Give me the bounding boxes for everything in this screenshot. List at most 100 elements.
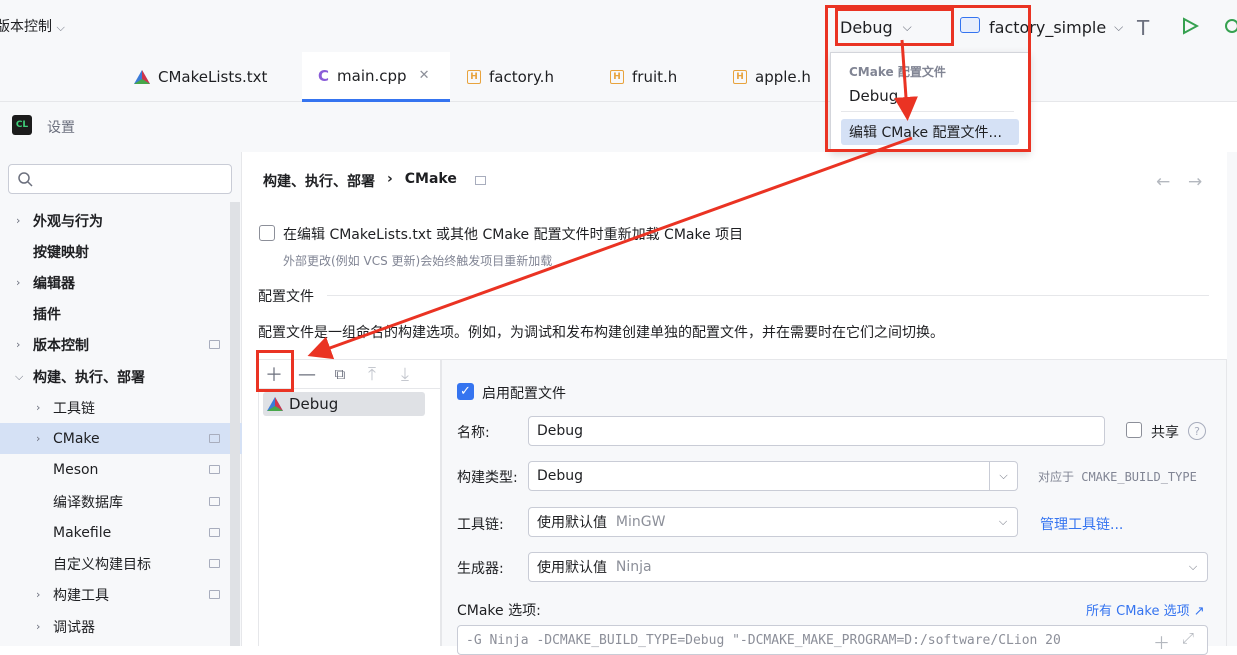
tab-main-cpp[interactable]: C main.cpp ✕ xyxy=(302,52,450,102)
sidebar-item-vcs[interactable]: › 版本控制 xyxy=(0,329,242,360)
header-file-icon: H xyxy=(467,70,481,84)
project-scope-icon xyxy=(209,590,220,599)
close-icon[interactable]: ✕ xyxy=(419,68,430,83)
breadcrumb: 构建、执行、部署 › CMake xyxy=(263,171,486,191)
profile-name-input[interactable]: Debug xyxy=(528,416,1105,446)
sidebar-item-editor[interactable]: › 编辑器 xyxy=(0,267,242,298)
project-scope-icon xyxy=(209,465,220,474)
enable-profile-checkbox[interactable]: ✓ xyxy=(457,383,474,400)
vcs-menu[interactable]: 版本控制 ⌵ xyxy=(0,16,65,36)
chevron-down-icon: ⌵ xyxy=(15,369,24,383)
header-file-icon: H xyxy=(610,70,624,84)
window-edge xyxy=(1227,152,1237,646)
debug-bug-icon[interactable] xyxy=(1222,15,1237,37)
tab-factory-h[interactable]: H factory.h xyxy=(467,52,554,102)
sidebar-item-makefile[interactable]: Makefile xyxy=(0,517,242,548)
cmake-icon xyxy=(134,70,150,84)
tab-apple-h[interactable]: H apple.h xyxy=(733,52,811,102)
sidebar-item-plugins[interactable]: 插件 xyxy=(0,298,242,329)
sidebar-item-build[interactable]: ⌵ 构建、执行、部署 xyxy=(0,361,242,392)
chevron-right-icon: › xyxy=(16,338,21,351)
copy-icon[interactable]: ⧉ xyxy=(329,363,351,385)
chevron-right-icon: › xyxy=(36,432,41,445)
cmake-options-label: CMake 选项: xyxy=(457,603,541,619)
build-hammer-icon[interactable]: T xyxy=(1137,16,1149,40)
profiles-section-title: 配置文件 xyxy=(258,289,314,305)
share-checkbox[interactable] xyxy=(1126,422,1142,438)
chevron-down-icon: ⌵ xyxy=(1188,560,1198,573)
toolchain-select[interactable]: 使用默认值 MinGW ⌵ xyxy=(528,507,1018,537)
chevron-down-icon: ⌵ xyxy=(1114,19,1124,34)
editor-tab-bar: CMakeLists.txt C main.cpp ✕ H factory.h … xyxy=(0,52,1237,102)
settings-sidebar: › 外观与行为 按键映射 › 编辑器 插件 › 版本控制 ⌵ 构建、执行、部署 › 工具链… xyxy=(0,152,242,646)
tab-label: CMakeLists.txt xyxy=(158,68,268,86)
project-scope-icon xyxy=(474,176,486,185)
sidebar-item-cmake[interactable]: › CMake xyxy=(0,423,242,454)
project-scope-icon xyxy=(209,559,220,568)
manage-toolchains-link[interactable]: 管理工具链... xyxy=(1040,514,1123,534)
main-toolbar: 版本控制 ⌵ Debug ⌵ factory_simple ⌵ T xyxy=(0,0,1237,52)
reload-hint: 外部更改(例如 VCS 更新)会始终触发项目重新加载 xyxy=(283,254,553,268)
add-icon[interactable]: ＋ xyxy=(1153,629,1170,654)
remove-icon[interactable]: — xyxy=(296,363,318,385)
sidebar-item-build-tools[interactable]: › 构建工具 xyxy=(0,579,242,610)
share-label: 共享 xyxy=(1151,425,1179,441)
section-divider xyxy=(327,295,1209,296)
project-scope-icon xyxy=(209,497,220,506)
forward-arrow-icon[interactable]: → xyxy=(1188,172,1202,192)
highlight-profile-select-box xyxy=(835,8,954,46)
move-up-icon[interactable]: ⤒ xyxy=(361,363,383,385)
build-type-combo[interactable]: Debug ⌵ xyxy=(528,461,1018,491)
sidebar-item-compdb[interactable]: 编译数据库 xyxy=(0,486,242,517)
chevron-right-icon: › xyxy=(16,276,21,289)
profiles-description: 配置文件是一组命名的构建选项。例如，为调试和发布构建创建单独的配置文件，并在需要… xyxy=(258,325,944,341)
all-cmake-options-link[interactable]: 所有 CMake 选项 ↗ xyxy=(1086,600,1205,619)
sidebar-item-custom-targets[interactable]: 自定义构建目标 xyxy=(0,548,242,579)
move-down-icon[interactable]: ⤓ xyxy=(394,363,416,385)
sidebar-item-toolchains[interactable]: › 工具链 xyxy=(0,392,242,423)
sidebar-item-debugger[interactable]: › 调试器 xyxy=(0,611,242,642)
dialog-title: 设置 xyxy=(47,120,75,136)
toolchain-label: 工具链: xyxy=(457,517,504,533)
chevron-right-icon: › xyxy=(36,588,41,601)
highlight-add-button-box xyxy=(256,350,294,392)
project-scope-icon xyxy=(209,340,220,349)
cmake-options-input[interactable]: -G Ninja -DCMAKE_BUILD_TYPE=Debug "-DCMA… xyxy=(457,625,1208,655)
back-arrow-icon[interactable]: ← xyxy=(1156,172,1170,192)
chevron-down-icon: ⌵ xyxy=(989,462,1017,490)
search-icon xyxy=(18,172,33,187)
reload-checkbox-label: 在编辑 CMakeLists.txt 或其他 CMake 配置文件时重新加载 C… xyxy=(283,227,744,243)
sidebar-scrollbar[interactable] xyxy=(230,202,240,646)
help-icon[interactable]: ? xyxy=(1188,422,1206,440)
reload-checkbox[interactable] xyxy=(259,225,275,241)
enable-profile-label: 启用配置文件 xyxy=(482,386,566,402)
sidebar-item-keymap[interactable]: 按键映射 xyxy=(0,236,242,267)
tab-label: fruit.h xyxy=(632,68,678,86)
sidebar-item-meson[interactable]: Meson xyxy=(0,454,242,485)
tab-label: apple.h xyxy=(755,68,811,86)
chevron-right-icon: › xyxy=(36,401,41,414)
settings-dialog-header: CL 设置 xyxy=(0,102,830,152)
tab-label: factory.h xyxy=(489,68,554,86)
profile-list-item[interactable]: Debug xyxy=(263,392,425,416)
chevron-right-icon: › xyxy=(36,620,41,633)
header-file-icon: H xyxy=(733,70,747,84)
project-scope-icon xyxy=(209,528,220,537)
sidebar-item-appearance[interactable]: › 外观与行为 xyxy=(0,205,242,236)
clion-logo-icon: CL xyxy=(12,115,32,135)
run-play-icon[interactable] xyxy=(1181,17,1199,35)
generator-select[interactable]: 使用默认值 Ninja ⌵ xyxy=(528,552,1208,582)
build-type-hint: 对应于 CMAKE_BUILD_TYPE xyxy=(1038,470,1197,484)
generator-label: 生成器: xyxy=(457,561,504,577)
tab-cmakelists[interactable]: CMakeLists.txt xyxy=(134,52,267,102)
build-type-label: 构建类型: xyxy=(457,470,518,486)
cmake-icon xyxy=(267,397,283,411)
tab-label: main.cpp xyxy=(337,66,407,85)
cpp-file-icon: C xyxy=(318,66,330,85)
tab-fruit-h[interactable]: H fruit.h xyxy=(610,52,677,102)
project-scope-icon xyxy=(209,434,220,443)
expand-icon[interactable]: ⤢ xyxy=(1182,629,1195,647)
search-input[interactable] xyxy=(8,164,232,194)
cmake-settings-panel: 构建、执行、部署 › CMake ← → 在编辑 CMakeLists.txt … xyxy=(243,152,1227,655)
chevron-right-icon: › xyxy=(16,214,21,227)
